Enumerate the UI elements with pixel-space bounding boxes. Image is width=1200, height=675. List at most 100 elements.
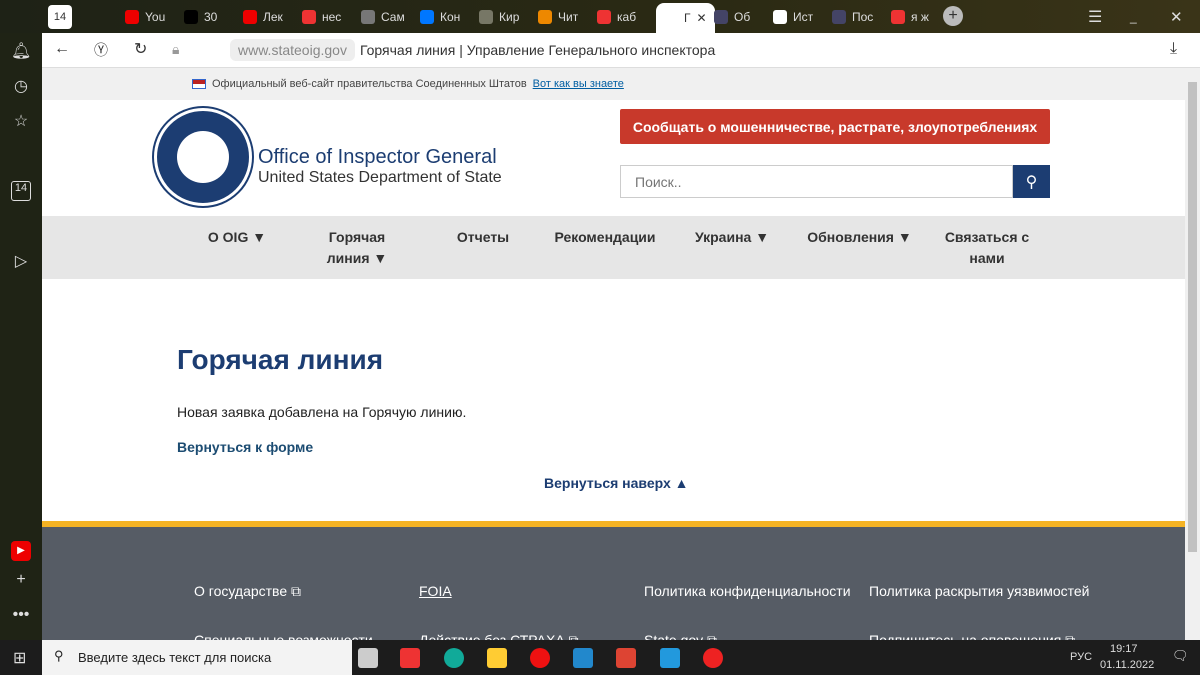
taskbar-search[interactable]: ⚲ Введите здесь текст для поиска — [42, 640, 352, 675]
play-icon[interactable]: ▷ — [11, 251, 31, 271]
bell-icon[interactable]: 🔔︎ — [11, 41, 31, 61]
tab-label: Об — [734, 10, 751, 24]
browser-tab[interactable]: Пос — [832, 6, 873, 28]
tab-label: You — [145, 10, 166, 24]
browser-tab[interactable]: Лек — [243, 6, 283, 28]
tab-label: Сам — [381, 10, 405, 24]
nav-ukraine[interactable]: Украина ▼ — [690, 227, 774, 248]
tab-favicon — [714, 10, 728, 24]
browser-tab[interactable]: Ист — [773, 6, 813, 28]
footer: О государстве ⧉ FOIA Политика конфиденци… — [42, 521, 1185, 640]
browser-tab[interactable]: нес — [302, 6, 341, 28]
nav-contact[interactable]: Связаться с нами — [937, 227, 1037, 269]
document-icon[interactable] — [660, 648, 680, 668]
clock-time[interactable]: 19:17 — [1110, 643, 1138, 655]
browser-tab[interactable]: каб — [597, 6, 636, 28]
star-icon[interactable]: ☆ — [11, 111, 31, 131]
store-icon[interactable] — [358, 648, 378, 668]
yandex-browser-icon[interactable] — [703, 648, 723, 668]
browser-tab-bar: 14 You 30 Лек нес Сам Кон Кир Чит каб Г ✕ Об Ист Пос я… — [0, 0, 1200, 33]
back-icon[interactable]: ← — [54, 40, 70, 58]
page-title: Горячая линия | Управление Генерального … — [360, 42, 716, 58]
browser-tab[interactable]: Чит — [538, 6, 578, 28]
tab-favicon — [243, 10, 257, 24]
footer-link[interactable]: FOIA — [419, 583, 452, 599]
browser-tab[interactable]: 30 — [184, 6, 217, 28]
opera-icon[interactable] — [530, 648, 550, 668]
site-title[interactable]: Office of Inspector General — [258, 146, 497, 169]
footer-link[interactable]: Политика раскрытия уязвимостей — [869, 583, 1090, 599]
browser-tab[interactable]: Об — [714, 6, 750, 28]
clock-date[interactable]: 01.11.2022 — [1100, 659, 1154, 671]
browser-tab[interactable]: Г ✕ — [656, 3, 715, 33]
search-icon: ⚲ — [54, 648, 64, 663]
tabs-badge[interactable]: 14 — [11, 181, 31, 201]
close-tab-icon[interactable]: ✕ — [697, 11, 707, 25]
minimize-button[interactable]: _ — [1130, 6, 1137, 28]
windows-start-icon[interactable]: ⊞ — [13, 648, 26, 668]
tab-label: нес — [322, 10, 342, 24]
browser-tab[interactable]: Сам — [361, 6, 405, 28]
youtube-icon[interactable]: ▶ — [11, 541, 31, 561]
close-window-button[interactable]: ✕ — [1170, 6, 1183, 28]
footer-link[interactable]: Специальные возможности — [194, 632, 373, 640]
tabs-counter-button[interactable]: 14 — [48, 5, 72, 29]
add-icon[interactable]: + — [11, 571, 31, 591]
site-subtitle: United States Department of State — [258, 169, 502, 186]
browser-tab[interactable]: You — [125, 6, 165, 28]
lock-icon: 🔒︎ — [172, 41, 180, 57]
reload-icon[interactable]: ↻ — [134, 39, 147, 59]
taskbar: ⊞ ⚲ Введите здесь текст для поиска РУС 1… — [0, 640, 1200, 675]
nav-recommendations[interactable]: Рекомендации — [550, 227, 660, 248]
footer-link[interactable]: Политика конфиденциальности — [644, 583, 851, 599]
new-tab-button[interactable]: + — [943, 6, 963, 26]
mail-icon[interactable] — [573, 648, 593, 668]
yandex-icon[interactable]: Ⓨ — [94, 40, 108, 60]
tab-label: Кон — [440, 10, 461, 24]
scrollbar[interactable] — [1185, 68, 1200, 640]
back-to-top-link[interactable]: Вернуться наверх ▲ — [544, 475, 689, 491]
explorer-icon[interactable] — [487, 648, 507, 668]
web-page: Официальный веб-сайт правительства Соеди… — [42, 68, 1185, 640]
back-to-form-link[interactable]: Вернуться к форме — [177, 439, 313, 455]
search-input[interactable] — [620, 165, 1013, 198]
footer-link[interactable]: О государстве ⧉ — [194, 583, 301, 600]
nav-reports[interactable]: Отчеты — [442, 227, 524, 248]
main-nav: О OIG ▼ Горячая линия ▼ Отчеты Рекоменда… — [42, 216, 1185, 279]
more-icon[interactable]: ••• — [11, 606, 31, 626]
history-icon[interactable]: ◷ — [11, 76, 31, 96]
tab-favicon — [891, 10, 905, 24]
search-button[interactable]: ⚲ — [1013, 165, 1050, 198]
browser-tab[interactable]: Кир — [479, 6, 519, 28]
report-fraud-button[interactable]: Сообщать о мошенничестве, растрате, злоу… — [620, 109, 1050, 144]
language-indicator[interactable]: РУС — [1070, 651, 1092, 663]
tab-favicon — [302, 10, 316, 24]
nav-updates[interactable]: Обновления ▼ — [802, 227, 917, 248]
app-icon[interactable] — [616, 648, 636, 668]
footer-link[interactable]: State.gov ⧉ — [644, 632, 717, 640]
tab-favicon — [420, 10, 434, 24]
footer-link[interactable]: Действие без СТРАХА ⧉ — [419, 632, 579, 640]
notifications-icon[interactable]: 🗨︎ — [1172, 648, 1189, 664]
browser-tab[interactable]: Кон — [420, 6, 460, 28]
tab-favicon — [125, 10, 139, 24]
edge-icon[interactable] — [444, 648, 464, 668]
tab-count: 14 — [53, 11, 67, 23]
browser-tab[interactable]: я ж — [891, 6, 929, 28]
tab-favicon — [479, 10, 493, 24]
tab-label: Чит — [558, 10, 579, 24]
download-icon[interactable]: ⤓ — [1170, 40, 1177, 58]
tab-favicon — [832, 10, 846, 24]
url-field[interactable]: www.stateoig.gov — [230, 39, 355, 61]
nav-about[interactable]: О OIG ▼ — [202, 227, 272, 248]
menu-icon[interactable]: ☰ — [1088, 6, 1102, 28]
tab-favicon — [184, 10, 198, 24]
gov-banner-text: Официальный веб-сайт правительства Соеди… — [212, 78, 527, 90]
how-you-know-link[interactable]: Вот как вы знаете — [533, 78, 624, 90]
footer-link[interactable]: Подпишитесь на оповещения ⧉ — [869, 632, 1075, 640]
tab-favicon — [597, 10, 611, 24]
gov-banner: Официальный веб-сайт правительства Соеди… — [42, 68, 1185, 100]
search-icon: ⚲ — [1025, 173, 1038, 191]
nav-hotline[interactable]: Горячая линия ▼ — [317, 227, 397, 269]
yandex-app-icon[interactable] — [400, 648, 420, 668]
